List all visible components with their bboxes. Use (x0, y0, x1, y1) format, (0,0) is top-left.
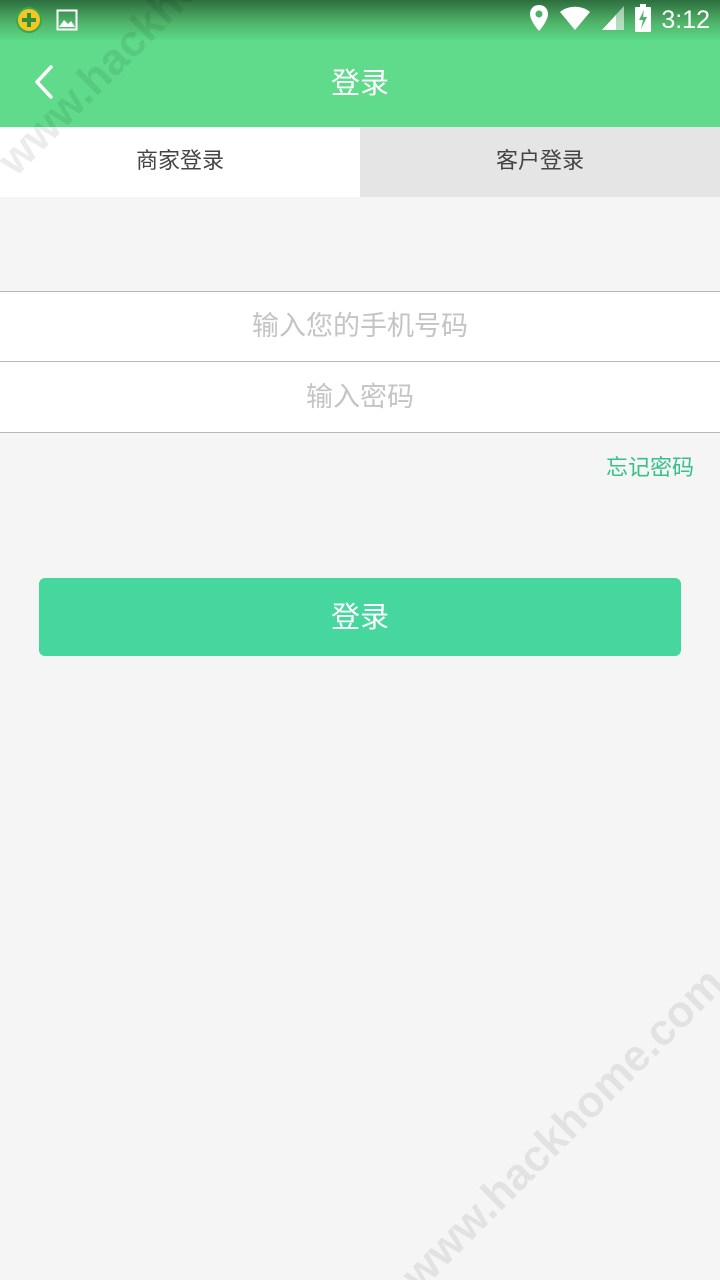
password-field-row (0, 361, 720, 433)
tab-customer-login[interactable]: 客户登录 (360, 127, 720, 197)
login-type-tabs: 商家登录 客户登录 (0, 127, 720, 197)
watermark-bottom: www.hackhome.com (392, 958, 720, 1280)
page-title: 登录 (330, 66, 389, 100)
status-bar: 3:12 (0, 0, 720, 40)
battery-charging-icon (635, 4, 652, 36)
image-icon (56, 9, 78, 35)
password-input[interactable] (0, 362, 720, 432)
back-button[interactable] (22, 60, 66, 108)
phone-input[interactable] (0, 292, 720, 361)
forgot-password-link[interactable]: 忘记密码 (606, 452, 694, 486)
location-icon (529, 4, 549, 36)
status-right-icons: 3:12 (529, 4, 710, 36)
login-button[interactable]: 登录 (39, 578, 681, 656)
app-bar: 登录 (0, 40, 720, 127)
signal-icon (601, 5, 625, 35)
tab-merchant-login[interactable]: 商家登录 (0, 127, 360, 197)
status-time: 3:12 (661, 6, 710, 34)
wifi-icon (559, 5, 591, 35)
chevron-left-icon (33, 64, 55, 104)
phone-field-row (0, 291, 720, 361)
app-notification-icon (16, 7, 42, 37)
status-left-icons (16, 7, 78, 37)
